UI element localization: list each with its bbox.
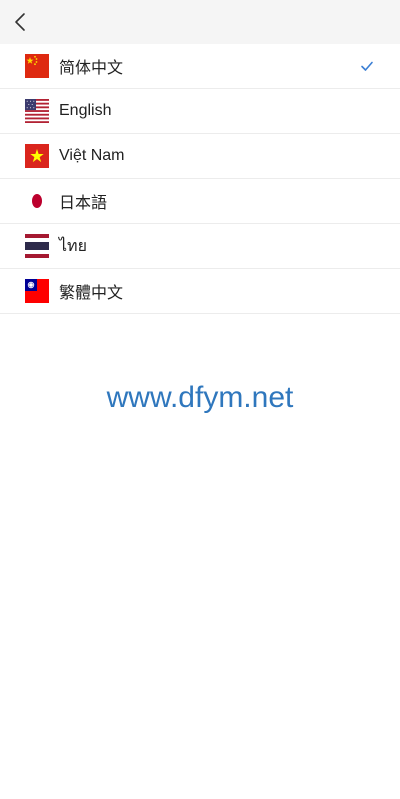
language-item-traditional-chinese[interactable]: 繁體中文 [0,269,400,314]
thailand-flag-icon [25,234,49,258]
language-settings-screen: 简体中文 English Việt Nam 日本語 ไทย 繁體中文 www.d… [0,0,400,799]
chevron-left-icon [15,13,25,31]
language-item-japanese[interactable]: 日本語 [0,179,400,224]
language-label: 简体中文 [59,60,124,77]
checkmark-icon [361,61,373,71]
language-label: English [59,102,112,119]
language-item-english[interactable]: English [0,89,400,134]
language-item-simplified-chinese[interactable]: 简体中文 [0,44,400,89]
back-button[interactable] [0,0,40,44]
watermark-text: www.dfym.net [106,381,294,414]
usa-flag-icon [25,99,49,123]
top-navigation-bar [0,0,400,44]
language-item-vietnamese[interactable]: Việt Nam [0,134,400,179]
language-label: 繁體中文 [59,285,124,302]
language-label: Việt Nam [59,147,125,164]
language-list: 简体中文 English Việt Nam 日本語 ไทย 繁體中文 [0,44,400,314]
china-flag-icon [25,54,49,78]
language-label: 日本語 [59,195,108,212]
language-label: ไทย [59,237,87,255]
japan-flag-icon [25,189,49,213]
taiwan-flag-icon [25,279,49,303]
vietnam-flag-icon [25,144,49,168]
language-item-thai[interactable]: ไทย [0,224,400,269]
